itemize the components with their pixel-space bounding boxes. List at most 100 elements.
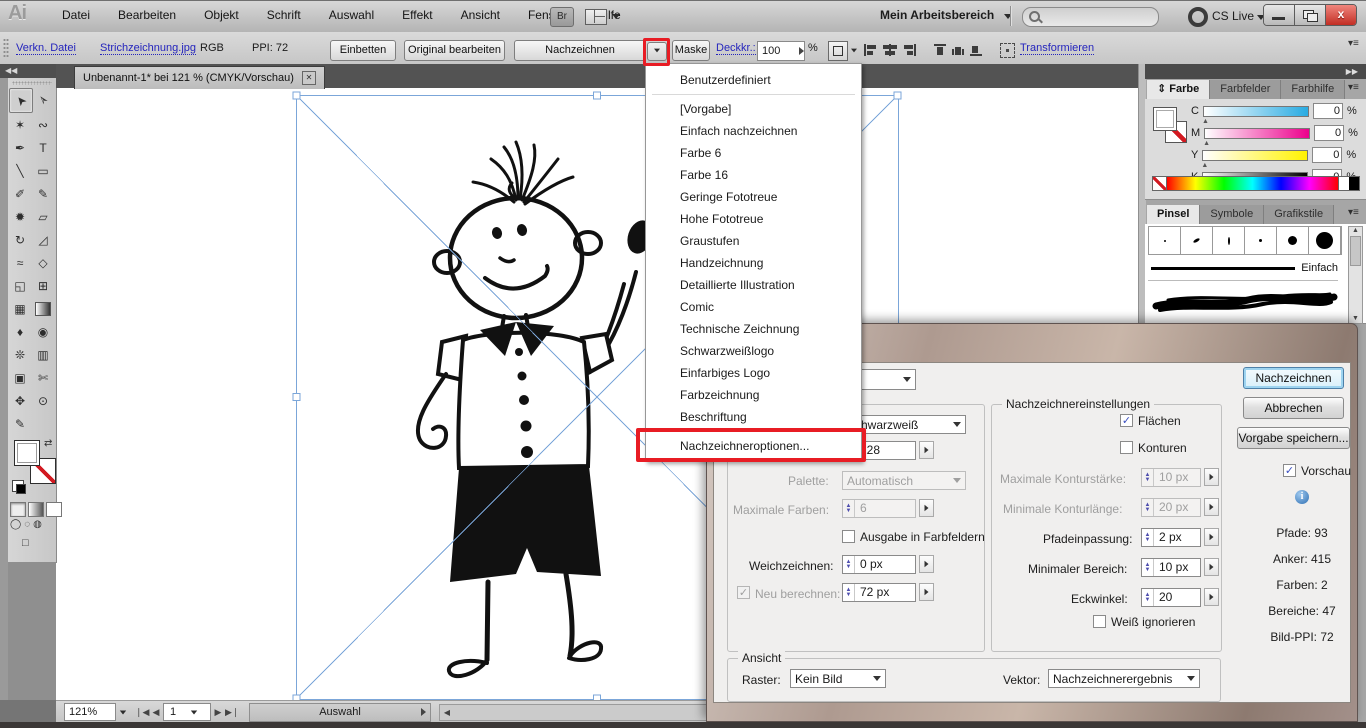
zoom-dropdown-icon[interactable]	[120, 710, 126, 714]
channel-value-input[interactable]: 0	[1313, 103, 1343, 119]
flyout-icon[interactable]	[799, 47, 804, 55]
scroll-left-icon[interactable]: ◀	[440, 708, 454, 717]
output-swatches-checkbox[interactable]	[842, 530, 855, 543]
channel-slider[interactable]: ▲	[1204, 128, 1310, 139]
trace-button[interactable]: Nachzeichnen	[1243, 367, 1344, 389]
menu-item-farbzeichnung[interactable]: Farbzeichnung	[646, 384, 861, 406]
channel-slider[interactable]: ▲	[1203, 106, 1309, 117]
channel-value-input[interactable]: 0	[1312, 147, 1342, 163]
slider-marker-icon[interactable]: ▲	[1202, 118, 1209, 125]
gradient-mode-button[interactable]	[28, 502, 44, 517]
channel-value-input[interactable]: 0	[1314, 125, 1344, 141]
blend-tool[interactable]: ◉	[32, 320, 54, 343]
status-indicator[interactable]: Auswahl	[249, 703, 431, 722]
hand-tool[interactable]: ✥	[9, 389, 31, 412]
tab-symbole[interactable]: Symbole	[1200, 205, 1264, 224]
bridge-button[interactable]: Br	[550, 7, 574, 27]
document-tab[interactable]: Unbenannt-1* bei 121 % (CMYK/Vorschau) ✕	[74, 66, 325, 89]
pencil-tool[interactable]: ✎	[32, 182, 54, 205]
blur-flyout-button[interactable]	[919, 555, 934, 573]
save-preset-button[interactable]: Vorgabe speichern...	[1237, 427, 1350, 449]
minimize-button[interactable]	[1264, 5, 1295, 25]
workspace-switcher[interactable]: Mein Arbeitsbereich	[880, 8, 1012, 22]
menu-item-einfach-nachzeichnen[interactable]: Einfach nachzeichnen	[646, 120, 861, 142]
slider-marker-icon[interactable]: ▲	[1201, 162, 1208, 169]
min-stroke-stepper[interactable]: ▲▼20 px	[1141, 498, 1201, 517]
menu-objekt[interactable]: Objekt	[190, 0, 253, 31]
calligraphic-brush-3[interactable]	[1213, 227, 1245, 254]
lasso-tool[interactable]: ∾	[32, 113, 54, 136]
embed-button[interactable]: Einbetten	[330, 40, 396, 61]
menu-item-hohe-fototreue[interactable]: Hohe Fototreue	[646, 208, 861, 230]
annotation-pencil[interactable]: ✎	[9, 412, 31, 435]
zoom-level-input[interactable]: 121%	[64, 703, 116, 721]
max-colors-flyout-button[interactable]	[919, 499, 934, 517]
resample-stepper[interactable]: ▲▼72 px	[842, 583, 916, 602]
black-swatch[interactable]	[1349, 177, 1359, 190]
scrollbar-thumb[interactable]	[1350, 236, 1361, 266]
arrange-documents-caret-icon[interactable]	[612, 14, 620, 19]
resample-checkbox[interactable]: ✓	[737, 586, 750, 599]
tools-panel-grip[interactable]	[12, 81, 52, 85]
menu-item-vorgabe[interactable]: [Vorgabe]	[646, 98, 861, 120]
pen-tool[interactable]: ✒	[9, 136, 31, 159]
menu-effekt[interactable]: Effekt	[388, 0, 446, 31]
menu-item-schwarzwei-logo[interactable]: Schwarzweißlogo	[646, 340, 861, 362]
path-fit-stepper[interactable]: ▲▼2 px	[1141, 528, 1201, 547]
menu-item-benutzerdefiniert[interactable]: Benutzerdefiniert	[646, 69, 861, 91]
calligraphic-brush-1[interactable]	[1149, 227, 1181, 254]
selection-tool[interactable]: ➤	[9, 88, 33, 113]
tab-grafikstile[interactable]: Grafikstile	[1264, 205, 1334, 224]
menu-item-geringe-fototreue[interactable]: Geringe Fototreue	[646, 186, 861, 208]
menu-auswahl[interactable]: Auswahl	[315, 0, 388, 31]
search-input[interactable]	[1022, 7, 1159, 27]
max-colors-stepper[interactable]: ▲▼6	[842, 499, 916, 518]
control-bar-grip[interactable]	[3, 38, 9, 58]
ignore-white-checkbox[interactable]	[1093, 615, 1106, 628]
menu-item-handzeichnung[interactable]: Handzeichnung	[646, 252, 861, 274]
gradient-tool[interactable]	[32, 297, 54, 320]
menu-ansicht[interactable]: Ansicht	[447, 0, 514, 31]
close-tab-icon[interactable]: ✕	[302, 71, 316, 85]
next-page-icon[interactable]: ▶	[211, 707, 225, 718]
width-tool[interactable]: ≈	[9, 251, 31, 274]
cs-live-menu[interactable]: CS Live	[1212, 9, 1265, 23]
menu-item-comic[interactable]: Comic	[646, 296, 861, 318]
edit-original-button[interactable]: Original bearbeiten	[404, 40, 505, 61]
panel-options-icon[interactable]: ▾≡	[1348, 38, 1359, 49]
reference-point-icon[interactable]	[828, 41, 848, 61]
corner-angle-flyout-button[interactable]	[1204, 588, 1219, 606]
tab-farbe[interactable]: ⇕ Farbe	[1147, 80, 1210, 99]
transform-link[interactable]: Transformieren	[1020, 42, 1094, 55]
opacity-input[interactable]: 100	[757, 41, 805, 61]
last-page-icon[interactable]: ▶❘	[225, 707, 239, 718]
cancel-button[interactable]: Abbrechen	[1243, 397, 1344, 419]
channel-slider[interactable]: ▲	[1202, 150, 1308, 161]
draw-normal-icon[interactable]: ◯	[10, 519, 21, 530]
slider-marker-icon[interactable]: ▲	[1203, 140, 1210, 147]
free-transform-icon[interactable]	[1000, 43, 1015, 58]
line-segment-tool[interactable]: ╲	[9, 159, 31, 182]
menu-item-farbe-16[interactable]: Farbe 16	[646, 164, 861, 186]
artboard-tool[interactable]: ▣	[9, 366, 31, 389]
calligraphic-brush-6[interactable]	[1309, 227, 1341, 254]
corner-angle-stepper[interactable]: ▲▼20	[1141, 588, 1201, 607]
menu-item-technische-zeichnung[interactable]: Technische Zeichnung	[646, 318, 861, 340]
path-fit-flyout-button[interactable]	[1204, 528, 1219, 546]
first-page-icon[interactable]: ❘◀	[135, 707, 149, 718]
color-panel-menu-icon[interactable]: ▾≡	[1348, 82, 1362, 93]
default-fill-stroke-icon[interactable]	[12, 480, 24, 492]
color-spectrum-bar[interactable]	[1152, 176, 1360, 191]
tab-farbfelder[interactable]: Farbfelder	[1210, 80, 1281, 99]
threshold-flyout-button[interactable]	[919, 441, 934, 459]
swap-fill-stroke-icon[interactable]: ⇄	[44, 438, 52, 449]
menu-datei[interactable]: Datei	[48, 0, 104, 31]
live-trace-button[interactable]: Nachzeichnen	[514, 40, 646, 61]
min-area-stepper[interactable]: ▲▼10 px	[1141, 558, 1201, 577]
fill-proxy-swatch[interactable]	[1153, 107, 1177, 131]
chevron-down-icon[interactable]	[851, 49, 857, 53]
menu-item-einfarbiges-logo[interactable]: Einfarbiges Logo	[646, 362, 861, 384]
rotate-tool[interactable]: ↻	[9, 228, 31, 251]
direct-selection-tool[interactable]: ➢	[32, 88, 54, 111]
close-button[interactable]: x	[1326, 5, 1356, 25]
